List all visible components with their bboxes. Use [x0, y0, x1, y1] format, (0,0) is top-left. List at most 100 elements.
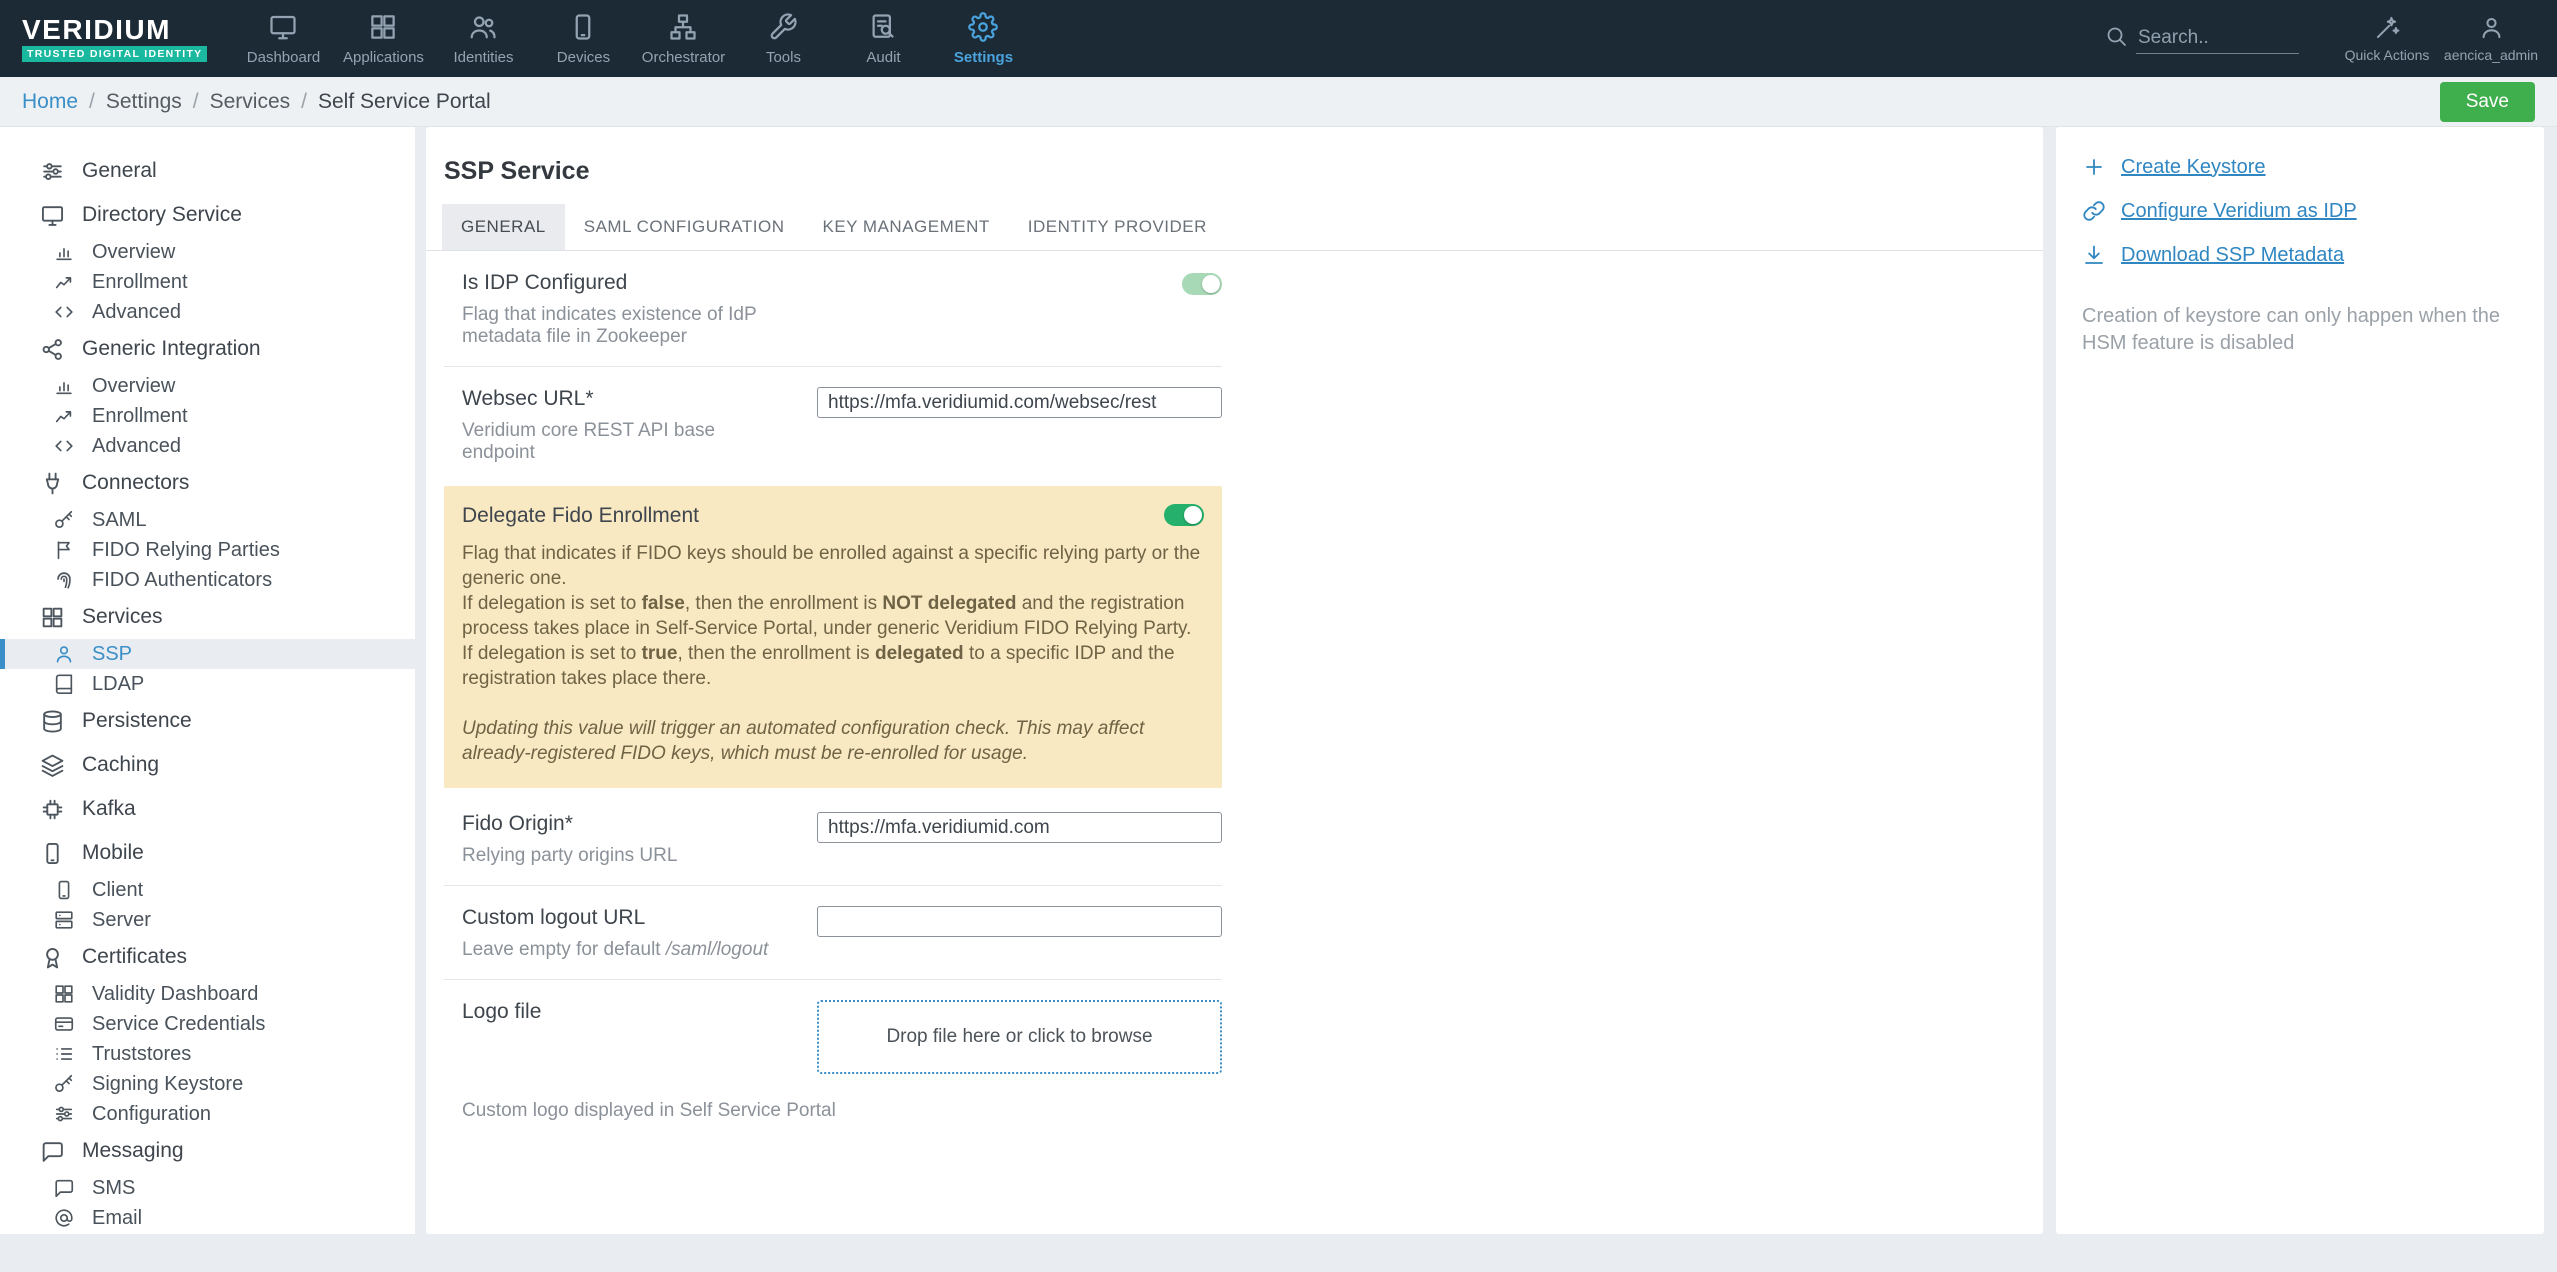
fido-origin-input[interactable] [817, 812, 1222, 843]
nav-item-devices[interactable]: Devices [533, 0, 633, 77]
sidebar-item-general[interactable]: General [0, 149, 415, 193]
sidebar-item-generic-integration[interactable]: Generic Integration [0, 327, 415, 371]
idp-configured-toggle[interactable] [1182, 273, 1222, 295]
sidebar-item-ds-advanced[interactable]: Advanced [0, 297, 415, 327]
field-custom-logout-url: Custom logout URL Leave empty for defaul… [426, 886, 1222, 979]
toggle-knob [1202, 275, 1220, 293]
breadcrumb-separator: / [89, 89, 95, 113]
nav-item-audit[interactable]: Audit [833, 0, 933, 77]
sidebar-item-label: FIDO Relying Parties [92, 538, 280, 561]
breadcrumb-services[interactable]: Services [210, 90, 291, 114]
search-input[interactable] [2136, 23, 2299, 54]
breadcrumb-bar: Home / Settings / Services / Self Servic… [0, 77, 2557, 127]
sidebar-item-label: Kafka [82, 797, 136, 820]
sidebar-item-kafka[interactable]: Kafka [0, 787, 415, 831]
sidebar-item-persistence[interactable]: Persistence [0, 699, 415, 743]
nav-item-label: Identities [453, 48, 514, 66]
keystore-actions-panel: Create Keystore Configure Veridium as ID… [2056, 127, 2544, 1234]
nav-item-settings[interactable]: Settings [933, 0, 1033, 77]
share-icon [40, 337, 65, 362]
create-keystore-link[interactable]: Create Keystore [2082, 155, 2518, 179]
chat-icon [53, 1177, 75, 1199]
sidebar-item-messaging[interactable]: Messaging [0, 1129, 415, 1173]
delegate-fido-panel: Delegate Fido Enrollment Flag that indic… [444, 486, 1222, 788]
sidebar-item-configuration[interactable]: Configuration [0, 1099, 415, 1129]
sidebar-item-gi-enrollment[interactable]: Enrollment [0, 401, 415, 431]
sidebar-item-directory-service[interactable]: Directory Service [0, 193, 415, 237]
sidebar-item-label: Email [92, 1206, 143, 1229]
sidebar-item-label: Overview [92, 374, 176, 397]
user-menu[interactable]: aencica_admin [2439, 14, 2543, 63]
sidebar-item-label: Service Credentials [92, 1012, 266, 1035]
save-button[interactable]: Save [2439, 81, 2535, 122]
nav-item-identities[interactable]: Identities [433, 0, 533, 77]
key-icon [53, 1073, 75, 1095]
settings-sidebar: General Directory Service Overview Enrol… [0, 127, 415, 1234]
brand-logo[interactable]: VERIDIUM TRUSTED DIGITAL IDENTITY [22, 15, 208, 62]
sidebar-item-truststores[interactable]: Truststores [0, 1039, 415, 1069]
settings-gear-icon [968, 12, 998, 42]
delegate-fido-warning-note: Updating this value will trigger an auto… [462, 718, 1145, 764]
code-icon [53, 301, 75, 323]
chip-icon [40, 797, 65, 822]
chat-icon [40, 1139, 65, 1164]
nav-item-applications[interactable]: Applications [333, 0, 433, 77]
sidebar-item-label: Overview [92, 240, 176, 263]
sidebar-item-label: FIDO Authenticators [92, 568, 273, 591]
sidebar-item-sms[interactable]: SMS [0, 1173, 415, 1203]
sidebar-item-validity-dashboard[interactable]: Validity Dashboard [0, 979, 415, 1009]
custom-logout-url-input[interactable] [817, 906, 1222, 937]
devices-icon [568, 12, 598, 42]
search-icon [2104, 24, 2128, 48]
sidebar-item-service-credentials[interactable]: Service Credentials [0, 1009, 415, 1039]
websec-url-input[interactable] [817, 387, 1222, 418]
quick-actions-label: Quick Actions [2344, 47, 2430, 63]
sidebar-item-signing-keystore[interactable]: Signing Keystore [0, 1069, 415, 1099]
logo-file-dropzone[interactable]: Drop file here or click to browse [817, 1000, 1222, 1074]
sidebar-item-connectors[interactable]: Connectors [0, 461, 415, 505]
download-icon [2082, 243, 2106, 267]
breadcrumb-settings[interactable]: Settings [106, 90, 182, 114]
sidebar-item-fido-relying-parties[interactable]: FIDO Relying Parties [0, 535, 415, 565]
sidebar-item-email[interactable]: Email [0, 1203, 415, 1233]
certificate-icon [40, 945, 65, 970]
sidebar-item-saml[interactable]: SAML [0, 505, 415, 535]
quick-actions-button[interactable]: Quick Actions [2335, 14, 2439, 63]
download-ssp-metadata-link[interactable]: Download SSP Metadata [2082, 243, 2518, 267]
flag-icon [53, 539, 75, 561]
sliders-icon [40, 159, 65, 184]
top-navbar: VERIDIUM TRUSTED DIGITAL IDENTITY Dashbo… [0, 0, 2557, 77]
sidebar-item-gi-overview[interactable]: Overview [0, 371, 415, 401]
plug-icon [40, 471, 65, 496]
sidebar-item-fido-authenticators[interactable]: FIDO Authenticators [0, 565, 415, 595]
nav-item-dashboard[interactable]: Dashboard [233, 0, 333, 77]
field-websec-url: Websec URL* Veridium core REST API base … [426, 367, 1222, 482]
sidebar-item-services[interactable]: Services [0, 595, 415, 639]
sidebar-item-label: Directory Service [82, 203, 242, 226]
tab-general[interactable]: GENERAL [442, 204, 565, 250]
phone-icon [53, 879, 75, 901]
sidebar-item-mobile[interactable]: Mobile [0, 831, 415, 875]
field-help: Leave empty for default /saml/logout [462, 939, 769, 960]
delegate-fido-toggle[interactable] [1164, 504, 1204, 526]
sidebar-item-ssp[interactable]: SSP [0, 639, 415, 669]
tab-key-management[interactable]: KEY MANAGEMENT [803, 204, 1008, 250]
sidebar-item-ds-enrollment[interactable]: Enrollment [0, 267, 415, 297]
sidebar-item-client[interactable]: Client [0, 875, 415, 905]
nav-item-label: Tools [765, 48, 801, 66]
nav-item-orchestrator[interactable]: Orchestrator [633, 0, 733, 77]
tab-identity-provider[interactable]: IDENTITY PROVIDER [1009, 204, 1226, 250]
sidebar-item-server[interactable]: Server [0, 905, 415, 935]
sidebar-item-gi-advanced[interactable]: Advanced [0, 431, 415, 461]
field-is-idp-configured: Is IDP Configured Flag that indicates ex… [426, 251, 1222, 366]
sidebar-item-ds-overview[interactable]: Overview [0, 237, 415, 267]
breadcrumb-home[interactable]: Home [22, 90, 78, 114]
nav-item-tools[interactable]: Tools [733, 0, 833, 77]
tab-saml-configuration[interactable]: SAML CONFIGURATION [565, 204, 804, 250]
configure-veridium-as-idp-link[interactable]: Configure Veridium as IDP [2082, 199, 2518, 223]
sidebar-item-certificates[interactable]: Certificates [0, 935, 415, 979]
top-nav: Dashboard Applications Identities Device… [233, 0, 1033, 77]
person-icon [53, 643, 75, 665]
sidebar-item-ldap[interactable]: LDAP [0, 669, 415, 699]
sidebar-item-caching[interactable]: Caching [0, 743, 415, 787]
